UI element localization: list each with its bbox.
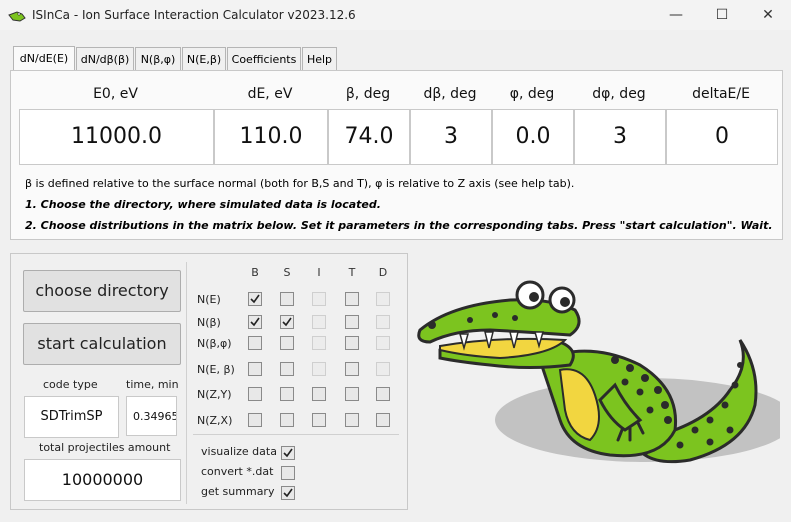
header-deltae: deltaE/E <box>692 86 750 102</box>
crocodile-app-icon <box>8 8 26 27</box>
matrix-checkbox <box>376 315 390 329</box>
header-dbeta: dβ, deg <box>423 86 477 102</box>
tab-dndbeta[interactable]: dN/dβ(β) <box>76 47 134 71</box>
step2-note: 2. Choose distributions in the matrix be… <box>25 219 773 232</box>
close-button[interactable]: ✕ <box>745 0 791 30</box>
matrix-checkbox <box>312 315 326 329</box>
option-label: convert *.dat <box>201 465 274 478</box>
matrix-checkbox[interactable] <box>345 292 359 306</box>
column-header: T <box>348 266 356 279</box>
column-header: I <box>317 266 321 279</box>
matrix-checkbox[interactable] <box>248 413 262 427</box>
tab-coefficients[interactable]: Coefficients <box>227 47 301 71</box>
matrix-checkbox <box>376 336 390 350</box>
matrix-checkbox[interactable] <box>345 315 359 329</box>
header-phi: φ, deg <box>509 86 555 102</box>
beta-input[interactable]: 74.0 <box>328 109 410 165</box>
close-icon: ✕ <box>762 7 774 23</box>
matrix-row-label: N(β) <box>197 316 221 329</box>
window-title: ISInCa - Ion Surface Interaction Calcula… <box>32 8 356 22</box>
option-label: get summary <box>201 485 275 498</box>
column-header: B <box>251 266 259 279</box>
total-projectiles-field[interactable]: 10000000 <box>24 459 181 501</box>
maximize-button[interactable]: ☐ <box>699 0 745 30</box>
matrix-checkbox[interactable] <box>280 336 294 350</box>
matrix-checkbox <box>376 362 390 376</box>
dphi-input[interactable]: 3 <box>574 109 666 165</box>
matrix-checkbox[interactable] <box>280 315 294 329</box>
vertical-divider <box>186 262 187 504</box>
column-header: D <box>378 266 388 279</box>
matrix-checkbox <box>312 292 326 306</box>
step1-note: 1. Choose the directory, where simulated… <box>25 198 381 211</box>
option-label: visualize data <box>201 445 277 458</box>
matrix-checkbox[interactable] <box>280 292 294 306</box>
column-header: S <box>283 266 291 279</box>
maximize-icon: ☐ <box>715 7 729 23</box>
horizontal-divider <box>193 434 399 435</box>
matrix-checkbox[interactable] <box>312 413 326 427</box>
choose-directory-button[interactable]: choose directory <box>23 270 181 312</box>
matrix-checkbox[interactable] <box>280 387 294 401</box>
matrix-checkbox[interactable] <box>312 387 326 401</box>
minimize-button[interactable]: — <box>653 0 699 30</box>
de-input[interactable]: 110.0 <box>214 109 328 165</box>
matrix-checkbox[interactable] <box>376 413 390 427</box>
matrix-checkbox[interactable] <box>345 387 359 401</box>
header-beta: β, deg <box>345 86 391 102</box>
header-e0: E0, eV <box>93 86 138 102</box>
matrix-checkbox <box>376 292 390 306</box>
header-dphi: dφ, deg <box>592 86 646 102</box>
tab-help[interactable]: Help <box>302 47 337 71</box>
time-field[interactable]: 0.34965 <box>126 396 177 436</box>
matrix-row-label: N(β,φ) <box>197 337 232 350</box>
parameters-panel: E0, eV dE, eV β, deg dβ, deg φ, deg dφ, … <box>10 70 783 240</box>
matrix-row-label: N(Z,Y) <box>197 388 232 401</box>
matrix-row-label: N(Z,X) <box>197 414 233 427</box>
matrix-checkbox[interactable] <box>248 336 262 350</box>
crocodile-icon <box>417 280 758 464</box>
matrix-checkbox[interactable] <box>248 387 262 401</box>
total-projectiles-label: total projectiles amount <box>39 441 171 454</box>
matrix-row-label: N(E, β) <box>197 363 235 376</box>
tab-n-e-beta[interactable]: N(E,β) <box>182 47 226 71</box>
matrix-checkbox[interactable] <box>280 362 294 376</box>
title-bar: ISInCa - Ion Surface Interaction Calcula… <box>0 0 791 30</box>
option-checkbox[interactable] <box>281 446 295 460</box>
dbeta-input[interactable]: 3 <box>410 109 492 165</box>
phi-input[interactable]: 0.0 <box>492 109 574 165</box>
code-type-label: code type <box>43 378 98 391</box>
option-checkbox[interactable] <box>281 466 295 480</box>
matrix-checkbox[interactable] <box>376 387 390 401</box>
info-note: β is defined relative to the surface nor… <box>25 177 575 190</box>
control-panel: choose directory start calculation code … <box>10 253 408 510</box>
matrix-checkbox[interactable] <box>345 413 359 427</box>
e0-input[interactable]: 11000.0 <box>19 109 214 165</box>
matrix-checkbox <box>312 336 326 350</box>
tab-n-beta-phi[interactable]: N(β,φ) <box>135 47 181 71</box>
header-de: dE, eV <box>247 86 293 102</box>
crocodile-illustration <box>417 280 780 464</box>
matrix-checkbox[interactable] <box>280 413 294 427</box>
deltae-input[interactable]: 0 <box>666 109 778 165</box>
time-label: time, min <box>126 378 179 391</box>
matrix-row-label: N(E) <box>197 293 221 306</box>
minimize-icon: — <box>669 7 683 23</box>
matrix-checkbox[interactable] <box>248 292 262 306</box>
start-calculation-button[interactable]: start calculation <box>23 323 181 365</box>
matrix-checkbox[interactable] <box>248 362 262 376</box>
matrix-checkbox <box>312 362 326 376</box>
matrix-checkbox[interactable] <box>345 336 359 350</box>
matrix-checkbox[interactable] <box>345 362 359 376</box>
tab-dnde[interactable]: dN/dE(E) <box>13 46 75 72</box>
code-type-field[interactable]: SDTrimSP <box>24 396 119 438</box>
option-checkbox[interactable] <box>281 486 295 500</box>
matrix-checkbox[interactable] <box>248 315 262 329</box>
